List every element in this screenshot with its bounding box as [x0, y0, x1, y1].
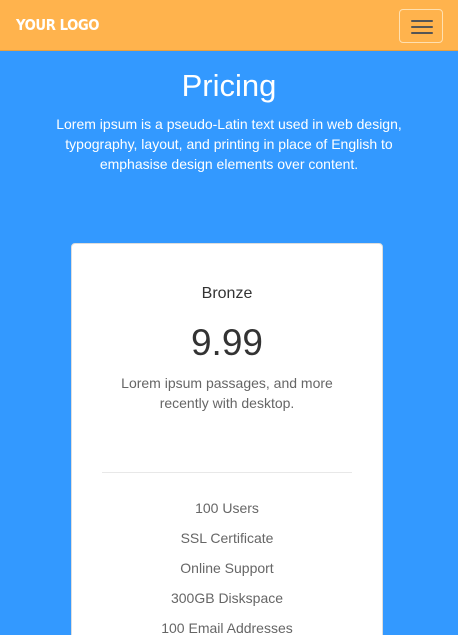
intro-text: Lorem ipsum is a pseudo-Latin text used … — [56, 116, 402, 172]
card-divider — [102, 472, 352, 473]
feature-item: Online Support — [180, 560, 274, 576]
page-title: Pricing — [181, 68, 277, 103]
hamburger-menu-icon-bar — [411, 32, 433, 34]
feature-item: 300GB Diskspace — [170, 590, 284, 606]
pricing-card: Bronze 9.99 Lorem ipsum passages, and mo… — [71, 243, 383, 635]
site-logo[interactable]: YOUR LOGO — [16, 15, 99, 35]
top-navbar: YOUR LOGO — [0, 0, 458, 51]
feature-item: 100 Email Addresses — [161, 620, 293, 635]
plan-description: Lorem ipsum passages, and more recently … — [121, 375, 333, 411]
hamburger-menu-icon — [411, 20, 433, 22]
feature-item: 100 Users — [195, 500, 259, 516]
feature-item: SSL Certificate — [180, 530, 274, 546]
feature-list: 100 Users SSL Certificate Online Support… — [72, 498, 382, 635]
plan-price: 9.99 — [190, 322, 263, 363]
hamburger-menu-icon-bar — [411, 26, 433, 28]
menu-toggle-button[interactable] — [399, 9, 443, 43]
plan-name: Bronze — [201, 285, 253, 302]
